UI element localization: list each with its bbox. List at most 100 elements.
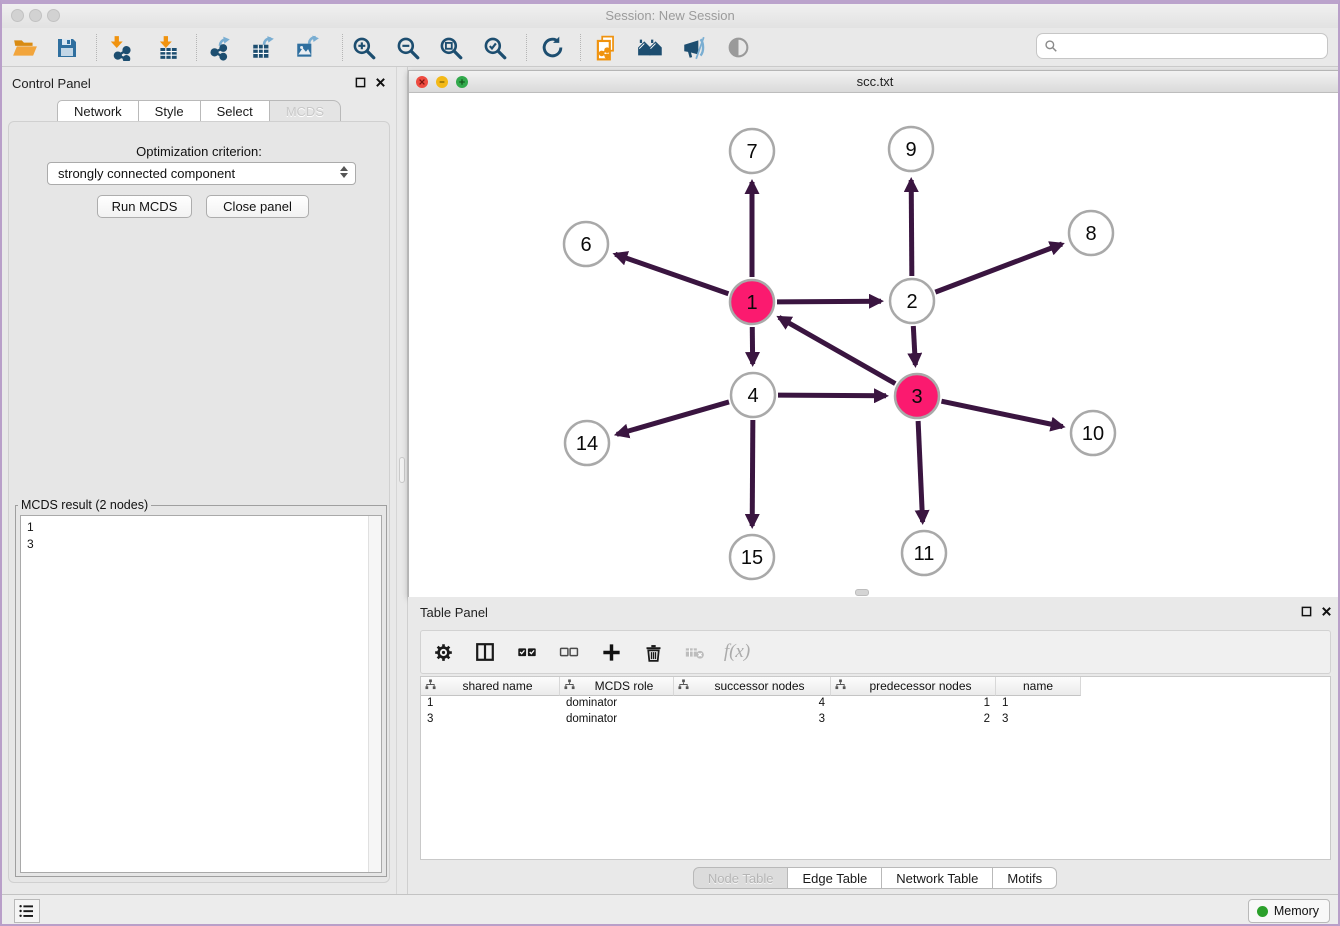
svg-text:10: 10 bbox=[1082, 423, 1104, 445]
graph-edge-3-11[interactable] bbox=[918, 421, 923, 522]
table-panel: Table Panel bbox=[408, 597, 1340, 894]
graph-node-6[interactable]: 6 bbox=[564, 222, 608, 266]
svg-text:7: 7 bbox=[746, 141, 757, 163]
column-header-predecessor-nodes[interactable]: predecessor nodes bbox=[831, 677, 996, 696]
search-field[interactable] bbox=[1036, 33, 1328, 59]
memory-label: Memory bbox=[1274, 904, 1319, 918]
svg-text:14: 14 bbox=[576, 433, 598, 455]
table-header-row: shared name MCDS role successor nodes pr… bbox=[421, 677, 1330, 696]
tab-edge-table[interactable]: Edge Table bbox=[788, 867, 882, 889]
tab-node-table[interactable]: Node Table bbox=[693, 867, 789, 889]
graph-edge-1-6[interactable] bbox=[615, 254, 728, 294]
show-columns-icon[interactable] bbox=[471, 638, 499, 666]
tab-network[interactable]: Network bbox=[57, 100, 139, 122]
table-panel-tabs: Node Table Edge Table Network Table Moti… bbox=[408, 867, 1340, 889]
column-type-icon bbox=[678, 679, 689, 693]
graph-edge-4-14[interactable] bbox=[617, 402, 729, 434]
graph-edge-3-10[interactable] bbox=[941, 401, 1062, 426]
export-image-icon[interactable] bbox=[288, 31, 326, 64]
deselect-all-icon[interactable] bbox=[555, 638, 583, 666]
graph-node-3[interactable]: 3 bbox=[895, 374, 939, 418]
export-network-icon[interactable] bbox=[201, 31, 239, 64]
graph-edge-1-2[interactable] bbox=[777, 301, 881, 302]
network-canvas[interactable]: 7 9 6 8 1 2 4 3 14 10 15 11 bbox=[409, 93, 1340, 597]
tab-style[interactable]: Style bbox=[139, 100, 201, 122]
zoom-selected-icon[interactable] bbox=[476, 31, 514, 64]
tab-mcds[interactable]: MCDS bbox=[270, 100, 341, 122]
graph-node-7[interactable]: 7 bbox=[730, 129, 774, 173]
network-window-titlebar[interactable]: scc.txt bbox=[409, 71, 1340, 93]
graph-node-1[interactable]: 1 bbox=[730, 280, 774, 324]
column-type-icon bbox=[425, 679, 436, 693]
task-history-button[interactable] bbox=[14, 899, 40, 923]
graph-edge-3-1[interactable] bbox=[779, 317, 895, 383]
title-bar: Session: New Session bbox=[2, 4, 1338, 28]
tab-motifs[interactable]: Motifs bbox=[993, 867, 1057, 889]
result-line: 1 bbox=[27, 519, 381, 536]
graph-node-9[interactable]: 9 bbox=[889, 127, 933, 171]
graph-node-4[interactable]: 4 bbox=[731, 373, 775, 417]
svg-text:15: 15 bbox=[741, 547, 763, 569]
home-icon[interactable] bbox=[631, 31, 669, 64]
result-scrollbar[interactable] bbox=[368, 516, 381, 872]
network-graph[interactable]: 7 9 6 8 1 2 4 3 14 10 15 11 bbox=[409, 93, 1340, 597]
add-column-icon[interactable] bbox=[597, 638, 625, 666]
table-settings-gear-icon[interactable] bbox=[429, 638, 457, 666]
zoom-out-icon[interactable] bbox=[389, 31, 427, 64]
graph-node-10[interactable]: 10 bbox=[1071, 411, 1115, 455]
column-header-successor-nodes[interactable]: successor nodes bbox=[674, 677, 831, 696]
graph-node-2[interactable]: 2 bbox=[890, 279, 934, 323]
table-row[interactable]: 3 dominator 3 2 3 bbox=[421, 712, 1330, 728]
export-table-icon[interactable] bbox=[244, 31, 282, 64]
column-header-shared-name[interactable]: shared name bbox=[421, 677, 560, 696]
tab-select[interactable]: Select bbox=[201, 100, 270, 122]
zoom-fit-icon[interactable] bbox=[432, 31, 470, 64]
show-graphics-details-icon[interactable] bbox=[719, 31, 757, 64]
close-panel-button[interactable]: Close panel bbox=[206, 195, 309, 218]
open-session-icon[interactable] bbox=[6, 31, 44, 64]
graph-edge-2-9[interactable] bbox=[911, 180, 912, 276]
close-panel-icon[interactable] bbox=[1321, 606, 1332, 617]
graph-node-14[interactable]: 14 bbox=[565, 421, 609, 465]
splitter-handle[interactable] bbox=[399, 457, 405, 483]
panel-splitter[interactable] bbox=[396, 67, 408, 894]
main-toolbar bbox=[2, 28, 1338, 67]
column-header-name[interactable]: name bbox=[996, 677, 1081, 696]
memory-button[interactable]: Memory bbox=[1248, 899, 1330, 923]
table-panel-title: Table Panel bbox=[420, 605, 488, 620]
column-type-icon bbox=[564, 679, 575, 693]
column-header-mcds-role[interactable]: MCDS role bbox=[560, 677, 674, 696]
svg-text:9: 9 bbox=[905, 139, 916, 161]
result-line: 3 bbox=[27, 536, 381, 553]
apply-preferred-layout-icon[interactable] bbox=[533, 31, 571, 64]
close-panel-icon[interactable] bbox=[375, 77, 386, 88]
criterion-dropdown[interactable]: strongly connected component bbox=[47, 162, 356, 185]
import-table-icon[interactable] bbox=[149, 31, 187, 64]
graph-edge-4-15[interactable] bbox=[752, 420, 753, 526]
mcds-result-title: MCDS result (2 nodes) bbox=[18, 498, 151, 512]
zoom-in-icon[interactable] bbox=[345, 31, 383, 64]
mcds-result-text[interactable]: 1 3 bbox=[20, 515, 382, 873]
network-hscrollbar-thumb[interactable] bbox=[855, 589, 869, 596]
search-input[interactable] bbox=[1063, 39, 1327, 53]
float-panel-icon[interactable] bbox=[355, 77, 366, 88]
float-panel-icon[interactable] bbox=[1301, 606, 1312, 617]
graph-edge-4-3[interactable] bbox=[778, 395, 886, 396]
delete-table-icon bbox=[681, 638, 709, 666]
network-window: scc.txt 7 9 6 8 1 2 4 3 14 10 15 11 bbox=[408, 70, 1340, 597]
save-session-icon[interactable] bbox=[48, 31, 86, 64]
import-network-icon[interactable] bbox=[101, 31, 139, 64]
run-mcds-button[interactable]: Run MCDS bbox=[97, 195, 192, 218]
graph-node-15[interactable]: 15 bbox=[730, 535, 774, 579]
tab-network-table[interactable]: Network Table bbox=[882, 867, 993, 889]
duplicate-network-icon[interactable] bbox=[587, 31, 625, 64]
graph-node-8[interactable]: 8 bbox=[1069, 211, 1113, 255]
select-all-icon[interactable] bbox=[513, 638, 541, 666]
graph-node-11[interactable]: 11 bbox=[902, 531, 946, 575]
graph-edge-2-8[interactable] bbox=[935, 244, 1062, 292]
delete-column-trash-icon[interactable] bbox=[639, 638, 667, 666]
graph-edge-2-3[interactable] bbox=[913, 326, 915, 365]
table-row[interactable]: 1 dominator 4 1 1 bbox=[421, 696, 1330, 712]
hide-annotations-icon[interactable] bbox=[675, 31, 713, 64]
table-toolbar: f(x) bbox=[420, 630, 1331, 674]
